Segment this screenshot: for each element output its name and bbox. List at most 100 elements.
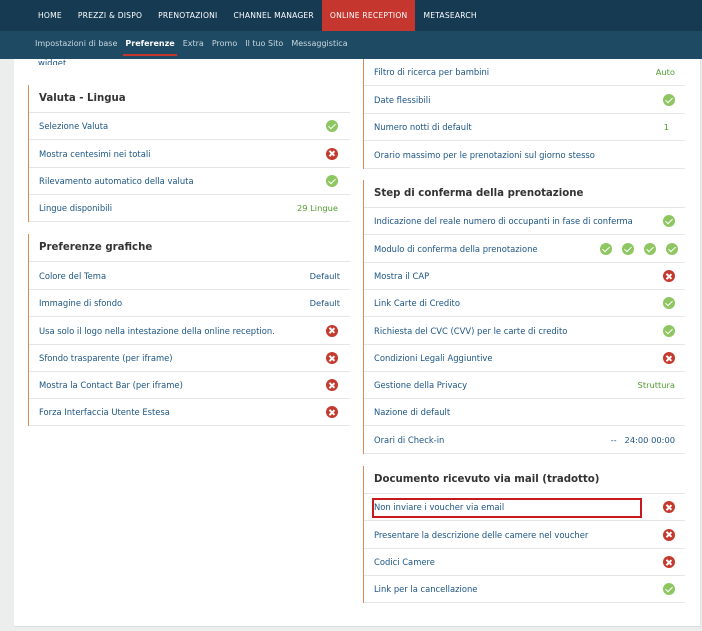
check-icon [644,242,656,255]
row-mostra-centesimi[interactable]: Mostra centesimi nei totali [29,140,350,168]
row-label[interactable]: Forza Interfaccia Utente Estesa [39,407,170,417]
section-title: Step di conferma della prenotazione [364,180,685,208]
check-icon [663,93,675,106]
row-label[interactable]: Selezione Valuta [39,121,108,131]
sub-navigation: Impostazioni di base Preferenze Extra Pr… [0,31,702,59]
row-label[interactable]: Orari di Check-in [374,435,444,445]
cross-icon [663,352,675,364]
row-selezione-valuta[interactable]: Selezione Valuta [29,113,350,140]
nav-online-reception[interactable]: ONLINE RECEPTION [321,0,416,31]
cross-icon [326,406,338,418]
row-label[interactable]: Codici Camere [374,557,435,567]
row-modulo-conferma[interactable]: Modulo di conferma della prenotazione [364,235,685,263]
row-gestione-privacy[interactable]: Gestione della Privacy Struttura [364,372,685,399]
nav-home[interactable]: HOME [30,0,70,31]
row-colore-tema[interactable]: Colore del Tema Default [29,262,350,290]
row-value: 29 Lingue [296,203,338,213]
section-widget-partial: widget [28,59,350,65]
row-widget: widget [28,59,350,65]
row-label[interactable]: Orario massimo per le prenotazioni sul g… [374,150,595,160]
section-title: Preferenze grafiche [29,234,350,262]
check-icon [326,175,338,187]
row-label[interactable]: Mostra la Contact Bar (per iframe) [39,380,183,390]
row-label[interactable]: Presentare la descrizione delle camere n… [374,530,588,540]
row-orari-checkin[interactable]: Orari di Check-in -- 24:00 00:00 [364,426,685,454]
nav-prezzi-dispo[interactable]: PREZZI & DISPO [70,0,150,31]
row-richiesta-cvc[interactable]: Richiesta del CVC (CVV) per le carte di … [364,317,685,345]
top-navigation: HOME PREZZI & DISPO PRENOTAZIONI CHANNEL… [0,0,702,31]
row-label[interactable]: Immagine di sfondo [39,298,122,308]
check-icon [326,120,338,132]
row-nazione-default[interactable]: Nazione di default [364,399,685,426]
row-label[interactable]: Condizioni Legali Aggiuntive [374,353,493,363]
row-label[interactable]: Date flessibili [374,95,430,105]
cross-icon [326,352,338,364]
row-interfaccia-estesa[interactable]: Forza Interfaccia Utente Estesa [29,399,350,426]
cross-icon [663,501,675,513]
row-label[interactable]: Rilevamento automatico della valuta [39,176,194,186]
preferences-panel: widget Valuta - Lingua Selezione Valuta … [14,59,701,627]
row-label[interactable]: Link Carte di Credito [374,298,460,308]
row-usa-solo-logo[interactable]: Usa solo il logo nella intestazione dell… [29,317,350,345]
row-link-cancellazione[interactable]: Link per la cancellazione [364,576,685,603]
tab-promo[interactable]: Promo [208,31,241,59]
row-value: Default [309,270,340,281]
row-label[interactable]: Mostra il CAP [374,271,429,281]
check-icon [663,215,675,227]
row-value: 1 [663,122,669,132]
tab-impostazioni-di-base[interactable]: Impostazioni di base [31,31,121,59]
tab-messaggistica[interactable]: Messaggistica [287,31,351,59]
nav-channel-manager[interactable]: CHANNEL MANAGER [225,0,321,31]
row-value: Default [309,298,340,308]
row-label[interactable]: Nazione di default [374,407,450,417]
row-value: Auto [655,67,675,77]
cross-icon [326,324,338,337]
row-label[interactable]: Gestione della Privacy [374,380,467,390]
row-codici-camere[interactable]: Codici Camere [364,549,685,576]
row-mostra-cap[interactable]: Mostra il CAP [364,263,685,290]
cross-icon [326,147,338,160]
section-ricerca: Filtro di ricerca per bambini Auto Date … [363,59,685,169]
row-widget-label[interactable]: widget [38,59,66,65]
row-label[interactable]: Filtro di ricerca per bambini [374,67,489,77]
row-sfondo-trasparente[interactable]: Sfondo trasparente (per iframe) [29,345,350,372]
row-label[interactable]: Sfondo trasparente (per iframe) [39,353,173,363]
row-label[interactable]: Indicazione del reale numero di occupant… [374,216,633,226]
row-label[interactable]: Lingue disponibili [39,203,112,213]
row-orario-massimo[interactable]: Orario massimo per le prenotazioni sul g… [364,141,685,169]
row-rilevamento-valuta[interactable]: Rilevamento automatico della valuta [29,168,350,195]
section-documento-mail: Documento ricevuto via mail (tradotto) N… [363,466,685,603]
row-link-carte[interactable]: Link Carte di Credito [364,290,685,317]
tab-extra[interactable]: Extra [179,31,208,59]
row-date-flessibili[interactable]: Date flessibili [364,86,685,114]
section-title: Documento ricevuto via mail (tradotto) [364,466,685,494]
tab-il-tuo-sito[interactable]: Il tuo Sito [241,31,287,59]
cross-icon [663,528,675,541]
check-icon [600,242,612,255]
row-label[interactable]: Mostra centesimi nei totali [39,149,151,159]
row-lingue-disponibili[interactable]: Lingue disponibili 29 Lingue [29,195,350,222]
row-condizioni-legali[interactable]: Condizioni Legali Aggiuntive [364,345,685,372]
row-label[interactable]: Colore del Tema [39,271,106,281]
tab-preferenze[interactable]: Preferenze [121,31,178,59]
row-contact-bar[interactable]: Mostra la Contact Bar (per iframe) [29,372,350,399]
row-filtro-bambini[interactable]: Filtro di ricerca per bambini Auto [364,59,685,86]
row-immagine-sfondo[interactable]: Immagine di sfondo Default [29,290,350,317]
nav-prenotazioni[interactable]: PRENOTAZIONI [150,0,225,31]
nav-metasearch[interactable]: METASEARCH [415,0,484,31]
row-label[interactable]: Richiesta del CVC (CVV) per le carte di … [374,326,567,336]
section-step-conferma: Step di conferma della prenotazione Indi… [363,180,685,454]
section-preferenze-grafiche: Preferenze grafiche Colore del Tema Defa… [28,234,350,426]
check-icon [622,242,634,255]
row-value: Struttura [637,380,675,390]
section-valuta-lingua: Valuta - Lingua Selezione Valuta Mostra … [28,85,350,222]
cross-icon [326,379,338,391]
row-numero-notti[interactable]: Numero notti di default 1 [364,114,685,141]
check-icon [663,583,675,595]
row-numero-occupanti[interactable]: Indicazione del reale numero di occupant… [364,208,685,235]
row-label[interactable]: Numero notti di default [374,122,472,132]
row-label[interactable]: Link per la cancellazione [374,584,477,594]
row-label[interactable]: Modulo di conferma della prenotazione [374,244,538,254]
row-label[interactable]: Usa solo il logo nella intestazione dell… [39,326,275,336]
row-descrizione-camere[interactable]: Presentare la descrizione delle camere n… [364,521,685,549]
